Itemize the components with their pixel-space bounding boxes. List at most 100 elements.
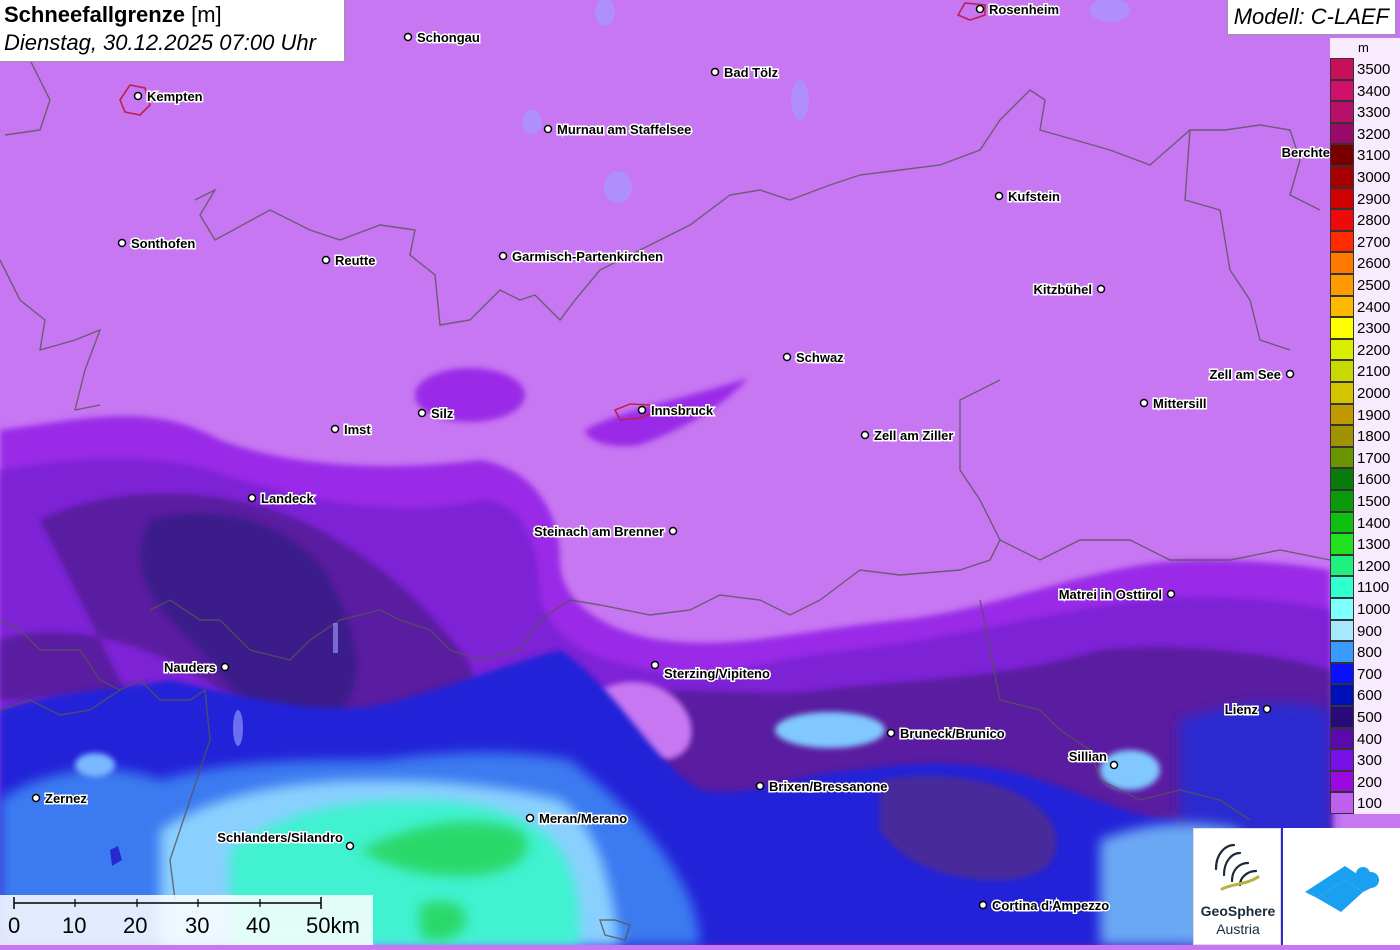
city-label: Lienz — [1225, 702, 1259, 717]
city-dot-icon — [403, 32, 413, 42]
legend-label: 2400 — [1357, 298, 1391, 316]
legend-label: 3100 — [1357, 147, 1391, 165]
city-dot-icon — [133, 91, 143, 101]
legend-label: 3400 — [1357, 82, 1391, 100]
legend-swatch — [1330, 576, 1354, 598]
city-dot-icon — [975, 4, 985, 14]
legend-label: 1100 — [1357, 579, 1390, 597]
legend-row-1600: 1600 — [1330, 468, 1400, 490]
legend-swatch — [1330, 317, 1354, 339]
legend-swatch — [1330, 230, 1354, 253]
city-label: Berchte — [1282, 145, 1330, 160]
legend-label: 400 — [1357, 730, 1383, 748]
legend-row-100: 100 — [1330, 792, 1400, 814]
geosphere-logo[interactable]: GeoSphere Austria — [1193, 828, 1281, 945]
legend-label: 800 — [1357, 644, 1383, 662]
city-dot-icon — [978, 900, 988, 910]
legend-row-2900: 2900 — [1330, 187, 1400, 210]
city-label: Steinach am Brenner — [534, 524, 664, 539]
city-rosenheim[interactable]: Rosenheim — [975, 1, 1061, 19]
legend-swatch — [1330, 662, 1354, 685]
city-label: Innsbruck — [651, 403, 714, 418]
legend-label: 700 — [1357, 665, 1383, 683]
legend-label: 1600 — [1357, 471, 1391, 489]
scale-label-10: 10 — [62, 913, 87, 938]
legend-swatch — [1330, 706, 1354, 728]
legend-label: 300 — [1357, 752, 1383, 770]
scale-label-0: 0 — [8, 913, 21, 938]
city-cortina-d-ampezzo[interactable]: Cortina d'Ampezzo — [978, 897, 1111, 915]
legend-label: 3300 — [1357, 104, 1391, 122]
city-dot-icon — [1109, 760, 1119, 770]
city-dot-icon — [1262, 704, 1272, 714]
city-label: Meran/Merano — [539, 811, 627, 826]
city-brixen-bressanone[interactable]: Brixen/Bressanone — [755, 778, 889, 796]
city-label: Bad Tölz — [724, 65, 779, 80]
city-matrei-in-osttirol[interactable]: Matrei in Osttirol — [1057, 586, 1176, 604]
city-sonthofen[interactable]: Sonthofen — [117, 235, 197, 253]
legend-swatch — [1330, 770, 1354, 793]
city-murnau-am-staffelsee[interactable]: Murnau am Staffelsee — [543, 121, 693, 139]
legend-row-500: 500 — [1330, 706, 1400, 728]
legend-label: 2000 — [1357, 385, 1391, 402]
scale-label-30: 30 — [185, 913, 210, 938]
city-garmisch-partenkirchen[interactable]: Garmisch-Partenkirchen — [498, 248, 665, 266]
city-dot-icon — [117, 238, 127, 248]
city-dot-icon — [650, 660, 660, 670]
legend-swatch — [1330, 382, 1354, 404]
weather-app-logo[interactable] — [1283, 828, 1400, 945]
legend-label: 2900 — [1357, 190, 1391, 208]
city-label: Zell am See — [1209, 367, 1281, 382]
legend-label: 3200 — [1357, 125, 1391, 143]
city-label: Garmisch-Partenkirchen — [512, 249, 663, 264]
legend-swatch — [1330, 338, 1354, 361]
legend-swatch — [1330, 468, 1354, 490]
legend-swatch — [1330, 641, 1354, 663]
map-timestamp: Dienstag, 30.12.2025 07:00 Uhr — [4, 30, 316, 55]
legend-row-2800: 2800 — [1330, 209, 1400, 231]
city-zell-am-see[interactable]: Zell am See — [1208, 366, 1295, 384]
city-meran-merano[interactable]: Meran/Merano — [525, 810, 629, 828]
city-dot-icon — [1166, 589, 1176, 599]
legend-swatch — [1330, 122, 1354, 145]
legend-swatch — [1330, 619, 1354, 642]
city-dot-icon — [1285, 369, 1295, 379]
logos: GeoSphere Austria — [1193, 828, 1400, 945]
legend-row-3500: 3500 — [1330, 58, 1400, 80]
legend-label: 100 — [1357, 795, 1383, 813]
legend-row-2500: 2500 — [1330, 274, 1400, 296]
legend-swatch — [1330, 533, 1354, 555]
city-dot-icon — [782, 352, 792, 362]
map-title-unit: [m] — [191, 2, 222, 27]
city-dot-icon — [498, 251, 508, 261]
legend-swatch — [1330, 511, 1354, 534]
legend-row-1200: 1200 — [1330, 554, 1400, 577]
city-label: Brixen/Bressanone — [769, 779, 888, 794]
city-steinach-am-brenner[interactable]: Steinach am Brenner — [532, 523, 678, 541]
cloud-arrow-icon — [1305, 866, 1379, 912]
legend-swatch — [1330, 727, 1354, 750]
city-berchte[interactable]: Berchte — [1280, 144, 1331, 162]
legend-label: 1000 — [1357, 601, 1391, 618]
city-dot-icon — [321, 255, 331, 265]
city-label: Landeck — [261, 491, 315, 506]
city-label: Schlanders/Silandro — [217, 830, 343, 845]
city-label: Schwaz — [796, 350, 844, 365]
city-label: Sonthofen — [131, 236, 195, 251]
legend-swatch — [1330, 749, 1354, 771]
legend-label: 3500 — [1357, 61, 1391, 78]
legend-label: 1400 — [1357, 514, 1391, 532]
city-zell-am-ziller[interactable]: Zell am Ziller — [860, 427, 955, 445]
legend-row-1700: 1700 — [1330, 446, 1400, 469]
scale-label-40: 40 — [246, 913, 271, 938]
city-bruneck-brunico[interactable]: Bruneck/Brunico — [886, 725, 1006, 743]
legend-row-1800: 1800 — [1330, 425, 1400, 447]
legend-swatch — [1330, 295, 1354, 318]
snowfall-limit-map[interactable]: Rosenheim Schongau Kempten Bad Tölz Murnau a… — [0, 0, 1400, 945]
city-dot-icon — [330, 424, 340, 434]
legend-row-900: 900 — [1330, 619, 1400, 642]
legend-swatch — [1330, 684, 1354, 706]
legend-label: 3000 — [1357, 169, 1391, 186]
legend-row-1900: 1900 — [1330, 403, 1400, 426]
legend-row-700: 700 — [1330, 662, 1400, 685]
